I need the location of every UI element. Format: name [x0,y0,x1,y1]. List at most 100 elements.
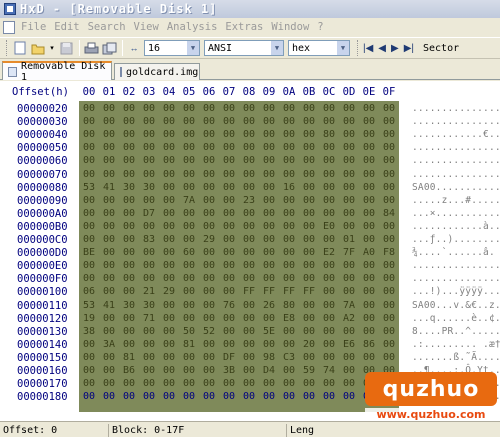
hex-byte[interactable]: 00 [360,221,378,233]
hex-byte[interactable]: 00 [300,313,318,325]
hex-byte[interactable]: 00 [160,155,178,167]
hex-byte[interactable]: 00 [240,169,258,181]
hex-byte[interactable]: 00 [220,391,238,403]
menu-help[interactable]: ? [317,21,323,33]
hex-byte[interactable]: 00 [120,326,138,338]
hex-byte[interactable]: 00 [380,234,398,246]
hex-byte[interactable]: 00 [360,182,378,194]
hex-byte[interactable]: 00 [240,273,258,285]
hex-byte[interactable]: 00 [320,195,338,207]
hex-byte[interactable]: 00 [180,365,198,377]
hex-byte[interactable]: 00 [120,260,138,272]
hex-byte[interactable]: 00 [220,116,238,128]
hex-byte[interactable]: 00 [260,182,278,194]
hex-byte[interactable]: 00 [220,208,238,220]
hex-byte[interactable]: 00 [160,365,178,377]
hex-byte[interactable]: 00 [120,116,138,128]
hex-byte[interactable]: 00 [300,116,318,128]
hex-byte[interactable]: 00 [380,352,398,364]
hex-byte[interactable]: 00 [340,378,358,390]
bytes-per-row-select[interactable]: 16 ▼ [144,40,200,56]
hex-byte[interactable]: 00 [140,221,158,233]
hex-byte[interactable]: 00 [140,352,158,364]
hex-byte[interactable]: 00 [80,352,98,364]
hex-byte[interactable]: 00 [280,155,298,167]
display-mode-select[interactable]: hex ▼ [288,40,350,56]
hex-byte[interactable]: 00 [200,221,218,233]
hex-byte[interactable]: 00 [220,155,238,167]
hex-byte[interactable]: 00 [260,103,278,115]
hex-byte[interactable]: 00 [260,391,278,403]
row-text[interactable]: SA00...v.&€..z.. [412,300,500,312]
row-text[interactable]: ................ [412,169,500,181]
hex-byte[interactable]: 00 [260,208,278,220]
hex-byte[interactable]: 00 [280,339,298,351]
hex-byte[interactable]: 00 [340,260,358,272]
hex-byte[interactable]: 00 [380,273,398,285]
hex-byte[interactable]: 00 [120,155,138,167]
hex-byte[interactable]: 52 [200,326,218,338]
hex-byte[interactable]: 00 [200,142,218,154]
hex-byte[interactable]: 00 [100,129,118,141]
hex-byte[interactable]: 00 [160,352,178,364]
hex-byte[interactable]: 00 [240,116,258,128]
hex-byte[interactable]: 00 [340,182,358,194]
hex-byte[interactable]: 00 [160,260,178,272]
hex-byte[interactable]: 00 [240,234,258,246]
hex-byte[interactable]: 00 [80,103,98,115]
hex-byte[interactable]: 00 [340,142,358,154]
hex-byte[interactable]: 00 [300,169,318,181]
hex-byte[interactable]: 29 [160,286,178,298]
hex-byte[interactable]: 00 [100,116,118,128]
hex-byte[interactable]: 00 [360,260,378,272]
row-text[interactable]: ................ [412,142,500,154]
hex-byte[interactable]: 00 [80,142,98,154]
row-text[interactable]: SA00............ [412,182,500,194]
hex-byte[interactable]: 00 [300,378,318,390]
hex-byte[interactable]: 00 [100,260,118,272]
hex-byte[interactable]: 00 [260,260,278,272]
toolbar-grip[interactable] [357,40,360,56]
hex-byte[interactable]: 00 [160,391,178,403]
chevron-down-icon[interactable]: ▼ [187,41,199,55]
hex-byte[interactable]: 00 [120,129,138,141]
hex-byte[interactable]: E6 [340,339,358,351]
hex-byte[interactable]: 00 [340,129,358,141]
hex-byte[interactable]: 00 [240,365,258,377]
hex-byte[interactable]: 00 [280,326,298,338]
hex-byte[interactable]: 00 [180,273,198,285]
hex-byte[interactable]: 00 [120,273,138,285]
hex-byte[interactable]: 00 [220,169,238,181]
hex-byte[interactable]: 00 [180,234,198,246]
hex-byte[interactable]: 00 [180,221,198,233]
hex-byte[interactable]: 5E [260,326,278,338]
hex-byte[interactable]: 00 [360,326,378,338]
row-text[interactable]: .....z...#...... [412,195,500,207]
hex-byte[interactable]: C3 [280,352,298,364]
hex-byte[interactable]: 00 [180,208,198,220]
hex-byte[interactable]: 00 [360,273,378,285]
hex-byte[interactable]: 00 [240,155,258,167]
hex-byte[interactable]: 00 [180,169,198,181]
hex-byte[interactable]: 19 [80,313,98,325]
hex-byte[interactable]: 00 [280,260,298,272]
hex-byte[interactable]: 00 [200,273,218,285]
hex-byte[interactable]: 00 [360,195,378,207]
hex-byte[interactable]: 00 [300,155,318,167]
hex-byte[interactable]: 26 [260,300,278,312]
hex-byte[interactable]: 3A [100,339,118,351]
hex-byte[interactable]: 00 [160,103,178,115]
hex-byte[interactable]: 00 [320,155,338,167]
row-text[interactable]: .:......... .æ†. [412,339,500,351]
hex-byte[interactable]: 00 [300,273,318,285]
hex-byte[interactable]: 00 [100,313,118,325]
hex-byte[interactable]: 00 [160,142,178,154]
hex-byte[interactable]: 00 [180,286,198,298]
hex-byte[interactable]: 00 [260,142,278,154]
hex-byte[interactable]: 00 [240,313,258,325]
hex-byte[interactable]: 00 [360,286,378,298]
hex-byte[interactable]: 00 [340,208,358,220]
hex-byte[interactable]: 00 [220,339,238,351]
hex-byte[interactable]: 00 [80,273,98,285]
hex-byte[interactable]: 00 [140,378,158,390]
